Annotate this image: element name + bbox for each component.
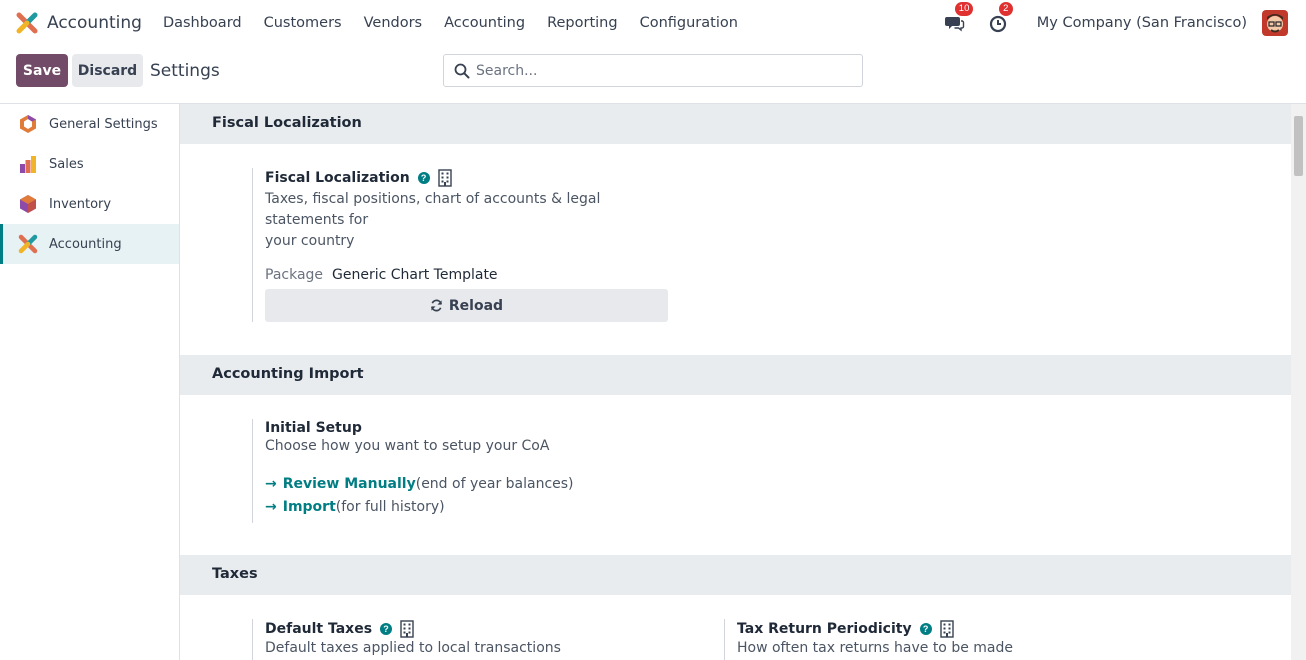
chat-icon <box>944 17 964 32</box>
sidebar-item-general-settings[interactable]: General Settings <box>0 104 179 144</box>
company-building-icon <box>939 620 954 638</box>
package-value: Generic Chart Template <box>332 267 498 283</box>
control-panel: Save Discard Settings <box>0 46 1306 103</box>
clock-icon <box>989 15 1006 33</box>
package-field: Package Generic Chart Template <box>265 267 672 283</box>
sales-icon <box>20 156 36 173</box>
scrollbar-thumb[interactable] <box>1294 116 1303 176</box>
setting-title: Fiscal Localization <box>265 170 410 186</box>
sidebar-item-inventory[interactable]: Inventory <box>0 184 179 224</box>
setting-description-line: Taxes, fiscal positions, chart of accoun… <box>265 191 601 228</box>
section-header-fiscal: Fiscal Localization <box>180 104 1291 144</box>
menu-customers[interactable]: Customers <box>253 15 353 31</box>
review-manually-link[interactable]: Review Manually <box>283 476 416 492</box>
setting-title: Default Taxes <box>265 621 373 637</box>
link-note: (for full history) <box>335 498 445 515</box>
setting-description: Taxes, fiscal positions, chart of accoun… <box>265 189 672 252</box>
sidebar-item-label: Accounting <box>49 236 122 252</box>
help-icon[interactable]: ? <box>417 172 430 184</box>
setting-description-line: your country <box>265 233 355 249</box>
link-note: (end of year balances) <box>415 475 574 492</box>
section-title: Accounting Import <box>212 366 364 382</box>
reload-button[interactable]: Reload <box>265 289 668 322</box>
tax-return-periodicity-setting: Tax Return Periodicity ? How often tax r… <box>724 619 1144 660</box>
section-header-taxes: Taxes <box>180 555 1291 595</box>
setting-description: How often tax returns have to be made <box>737 640 1013 656</box>
setting-title: Initial Setup <box>265 420 362 436</box>
setting-title-row: Default Taxes ? <box>265 620 561 638</box>
menu-vendors[interactable]: Vendors <box>353 15 434 31</box>
app-name[interactable]: Accounting <box>47 13 142 33</box>
messages-button[interactable]: 10 <box>944 2 974 33</box>
settings-content: Fiscal Localization Fiscal Localization … <box>180 104 1291 660</box>
review-manually-row: → Review Manually (end of year balances) <box>265 472 574 495</box>
breadcrumb: Settings <box>150 61 220 81</box>
search-bar[interactable] <box>443 54 863 87</box>
menu-accounting[interactable]: Accounting <box>433 15 536 31</box>
package-label: Package <box>265 267 324 283</box>
search-input[interactable] <box>476 62 836 79</box>
arrow-right-icon: → <box>265 498 277 515</box>
company-switcher[interactable]: My Company (San Francisco) <box>1037 15 1247 31</box>
help-icon[interactable]: ? <box>919 623 932 635</box>
sidebar-item-sales[interactable]: Sales <box>0 144 179 184</box>
general-settings-icon <box>20 115 36 133</box>
company-building-icon <box>437 169 452 187</box>
reload-label: Reload <box>448 297 504 314</box>
inventory-icon <box>20 195 36 213</box>
setting-title-row: Tax Return Periodicity ? <box>737 620 1013 638</box>
activities-button[interactable]: 2 <box>989 2 1013 33</box>
sidebar-item-label: Sales <box>49 156 84 172</box>
activities-count-badge: 2 <box>998 2 1013 16</box>
setting-title: Tax Return Periodicity <box>737 621 912 637</box>
initial-setup-setting: Initial Setup Choose how you want to set… <box>252 419 672 523</box>
refresh-icon <box>430 299 442 312</box>
vertical-scrollbar[interactable] <box>1291 104 1306 660</box>
section-title: Taxes <box>212 566 258 582</box>
menu-reporting[interactable]: Reporting <box>536 15 629 31</box>
default-taxes-setting: Default Taxes ? Default taxes applied to… <box>252 619 672 660</box>
menu-dashboard[interactable]: Dashboard <box>152 15 253 31</box>
section-header-import: Accounting Import <box>180 355 1291 395</box>
messages-count-badge: 10 <box>954 2 974 16</box>
sidebar-item-accounting[interactable]: Accounting <box>0 224 179 264</box>
import-link[interactable]: Import <box>283 499 336 515</box>
setting-description: Default taxes applied to local transacti… <box>265 640 561 656</box>
accounting-icon <box>18 234 38 254</box>
top-navbar: Accounting Dashboard Customers Vendors A… <box>0 0 1306 46</box>
setting-title-row: Fiscal Localization ? <box>265 169 672 187</box>
help-icon[interactable]: ? <box>380 623 393 635</box>
section-title: Fiscal Localization <box>212 115 362 131</box>
search-icon <box>454 63 470 78</box>
arrow-right-icon: → <box>265 475 277 492</box>
discard-button[interactable]: Discard <box>72 54 143 87</box>
setting-description: Choose how you want to setup your CoA <box>265 438 550 454</box>
save-button[interactable]: Save <box>16 54 68 87</box>
sidebar-item-label: General Settings <box>49 116 158 132</box>
sidebar-item-label: Inventory <box>49 196 112 212</box>
user-avatar[interactable] <box>1262 10 1288 36</box>
fiscal-localization-setting: Fiscal Localization ? Taxes, fiscal posi… <box>252 168 672 322</box>
settings-sidebar: General Settings Sales Inventory Account… <box>0 104 180 660</box>
menu-configuration[interactable]: Configuration <box>629 15 749 31</box>
app-brand[interactable]: Accounting <box>16 12 152 34</box>
company-building-icon <box>400 620 414 638</box>
accounting-app-icon <box>16 12 38 34</box>
import-row: → Import (for full history) <box>265 495 574 518</box>
